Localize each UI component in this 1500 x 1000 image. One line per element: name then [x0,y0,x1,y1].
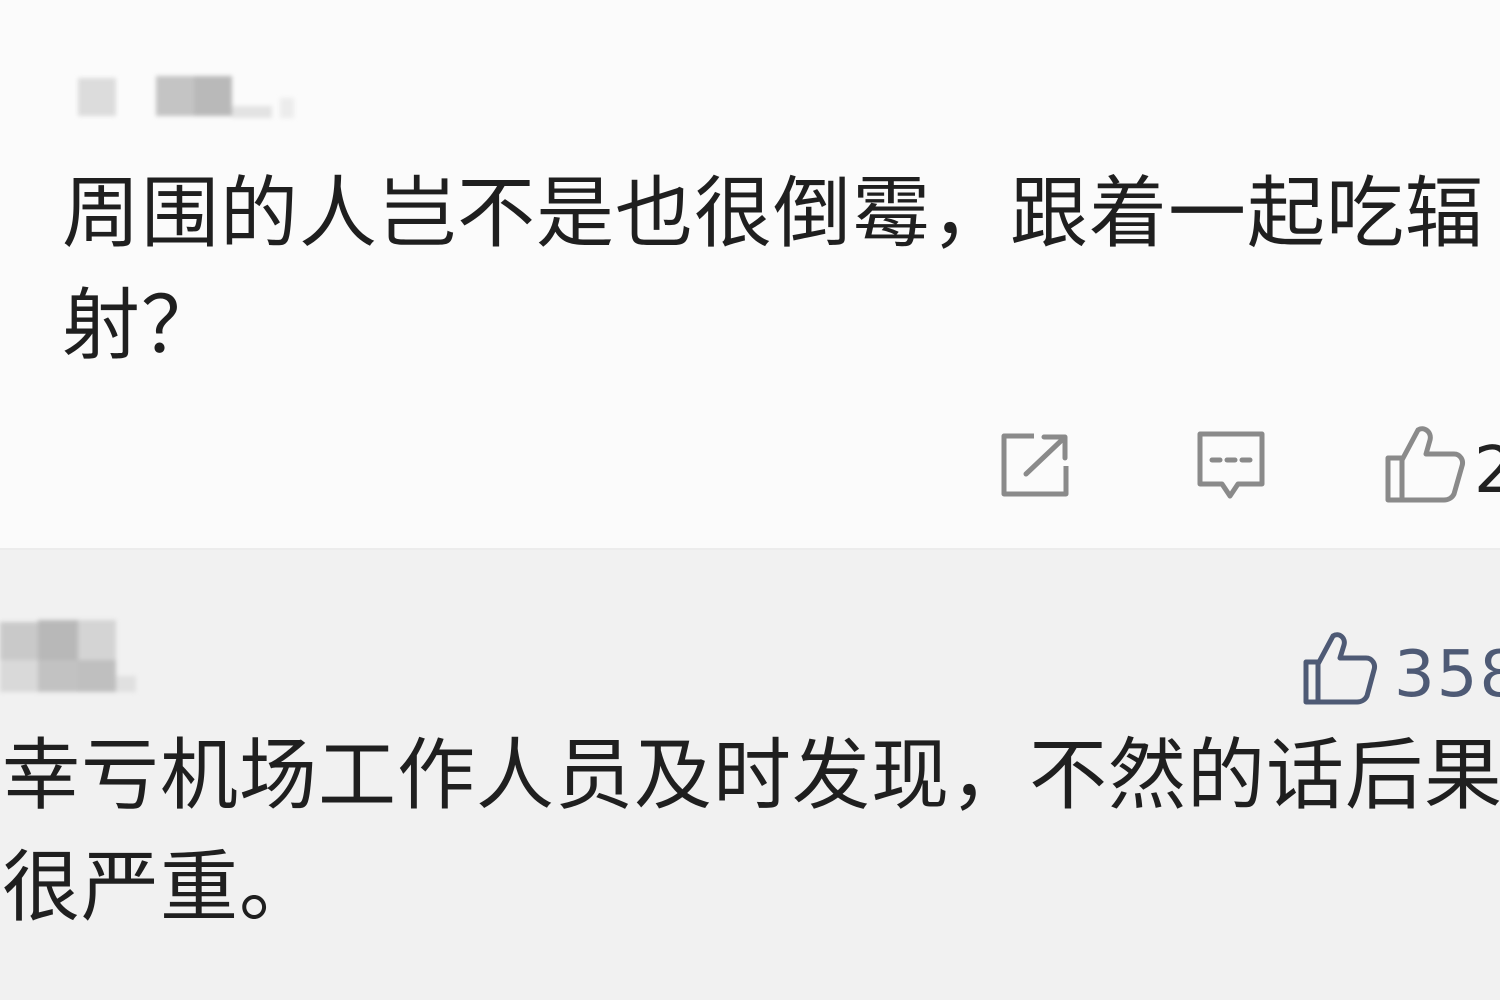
username-blurred [70,70,310,130]
comment-text-line: 幸亏机场工作人员及时发现，不然的话后果 [2,731,1500,821]
username-blurred [0,616,150,702]
like-count: 2 [1474,434,1500,508]
share-icon[interactable] [998,432,1072,498]
comment-text-line: 周围的人岂不是也很倒霉，跟着一起吃辐 [62,169,1485,259]
comment-text: 幸亏机场工作人员及时发现，不然的话后果 很严重。 [2,720,1500,944]
comment-text-line: 很严重。 [2,843,319,933]
like-count: 358 [1394,638,1500,712]
thumbs-up-icon[interactable] [1384,424,1466,504]
comment-feed: 周围的人岂不是也很倒霉，跟着一起吃辐 射？ 2 35 幸亏机场工作人员及时发现，… [0,0,1500,1000]
comment-text: 周围的人岂不是也很倒霉，跟着一起吃辐 射？ [62,158,1485,382]
comment-icon[interactable] [1194,430,1268,502]
thumbs-up-icon[interactable] [1302,630,1378,706]
comment-text-line: 射？ [62,281,221,371]
